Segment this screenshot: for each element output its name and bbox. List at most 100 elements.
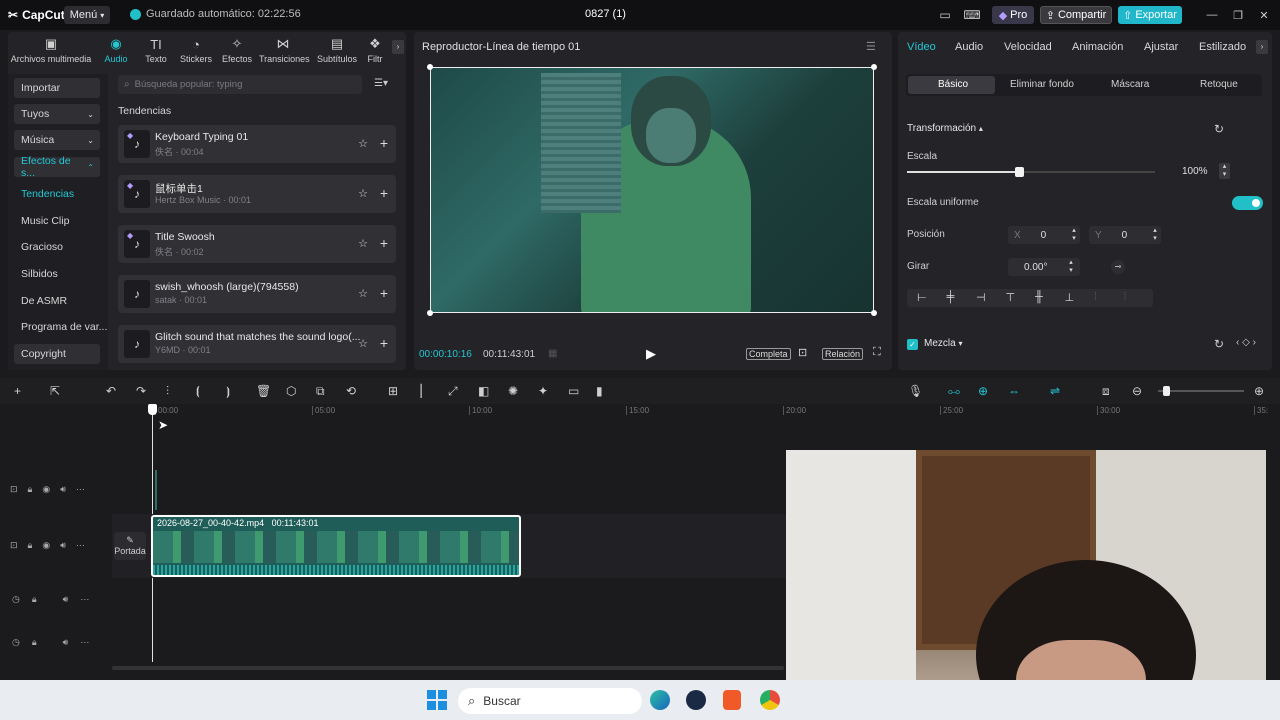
zoom-fit-icon[interactable]: ⊡	[798, 346, 807, 359]
uniform-scale-toggle[interactable]	[1232, 196, 1263, 210]
category-efectos-sonido[interactable]: Efectos de s... ⌃	[14, 155, 100, 179]
subtab-basico[interactable]: Básico	[938, 79, 968, 90]
speaker-icon[interactable]: 🔊︎	[60, 484, 66, 498]
sound-item[interactable]: ♪ 鼠标单击1 Hertz Box Music · 00:01 ☆ + ◆	[118, 175, 396, 213]
edge-icon[interactable]	[650, 690, 670, 710]
preview-axis-icon[interactable]: ⇌	[1050, 384, 1060, 398]
tab-video[interactable]: Vídeo	[907, 41, 936, 53]
speaker-icon[interactable]: 🔊︎	[63, 594, 69, 608]
redo-icon[interactable]: ↷	[136, 384, 146, 398]
video-preview[interactable]	[430, 67, 874, 313]
subtab-retoque[interactable]: Retoque	[1200, 79, 1238, 90]
ratio-button[interactable]: Relación	[822, 348, 864, 360]
playhead-handle[interactable]	[148, 404, 157, 415]
scale-slider-handle[interactable]	[1014, 167, 1024, 177]
share-button[interactable]: ⇪ Compartir	[1040, 6, 1112, 24]
handle-tl[interactable]	[427, 64, 433, 70]
link-icon[interactable]: ⧟	[948, 384, 960, 399]
eye-icon[interactable]: ◉	[42, 540, 50, 554]
keyboard-icon[interactable]: ⌨	[960, 6, 984, 24]
lock-icon[interactable]: 🔒︎	[32, 594, 37, 608]
favorite-star-icon[interactable]: ☆	[358, 187, 368, 200]
handle-br[interactable]	[871, 310, 877, 316]
maximize-icon[interactable]: ❐	[1230, 6, 1246, 24]
track-toggle-icon[interactable]: ⊡	[10, 540, 18, 554]
position-y-stepper[interactable]: ▴ ▾	[1150, 227, 1160, 243]
cover-button[interactable]: ✎ Portada	[114, 532, 146, 560]
zoom-in-icon[interactable]: ⊕	[1254, 384, 1264, 398]
complete-button[interactable]: Completa	[746, 348, 791, 360]
more-icon[interactable]: ⋯	[80, 637, 89, 651]
align-icon[interactable]: ⊣	[976, 291, 986, 304]
tabs-scroll-right[interactable]: ›	[1256, 40, 1268, 54]
align-icon[interactable]: ╪	[947, 291, 955, 303]
more-icon[interactable]: ⋯	[76, 540, 85, 554]
keyframe-icon[interactable]: ‹ ◇ ›	[1236, 337, 1256, 348]
delete-icon[interactable]: 🗑︎	[256, 384, 271, 398]
tab-subtitle[interactable]: ▤ Subtítulos	[313, 36, 361, 64]
toolbar-scroll-right[interactable]: ›	[392, 40, 404, 54]
handle-bl[interactable]	[427, 310, 433, 316]
track-toggle-icon[interactable]: ⊡	[10, 484, 18, 498]
add-icon[interactable]: +	[380, 285, 388, 301]
layout-icon[interactable]: ▭	[936, 6, 954, 24]
align-icon[interactable]: ╫	[1035, 291, 1043, 303]
steam-icon[interactable]	[686, 690, 706, 710]
tab-animacion[interactable]: Animación	[1072, 41, 1123, 53]
minimize-icon[interactable]: —	[1204, 6, 1220, 24]
add-icon[interactable]: +	[380, 135, 388, 151]
windows-start-icon[interactable]	[427, 690, 447, 710]
fullscreen-icon[interactable]: ⛶	[873, 346, 881, 359]
favorite-star-icon[interactable]: ☆	[358, 237, 368, 250]
ai-icon[interactable]: ✺	[508, 384, 518, 398]
tab-transition[interactable]: ⋈ Transiciones	[259, 36, 310, 64]
pro-button[interactable]: ◆ Pro	[992, 6, 1034, 24]
crop-icon[interactable]: ⧉	[316, 384, 325, 399]
blend-label[interactable]: Mezcla ▾	[924, 338, 962, 349]
subtitle-icon[interactable]: ▭	[568, 384, 579, 398]
lock-icon[interactable]: 🔒︎	[32, 637, 37, 651]
rotate-stepper[interactable]: ▴ ▾	[1066, 259, 1076, 275]
align-icon[interactable]: ⁞	[1124, 291, 1127, 303]
scale-stepper[interactable]: ▴ ▾	[1219, 163, 1230, 179]
select-cursor-icon[interactable]: ⇱	[50, 384, 60, 398]
favorite-star-icon[interactable]: ☆	[358, 287, 368, 300]
split-icon[interactable]: ⫶	[166, 384, 169, 399]
tab-effects[interactable]: ✧ Efectos	[213, 36, 261, 64]
speed-icon[interactable]: ⟲	[346, 384, 356, 398]
subcategory-asmr[interactable]: De ASMR	[21, 295, 67, 307]
timeline-scrollbar[interactable]	[112, 666, 784, 670]
blend-reset-icon[interactable]: ↻	[1214, 337, 1224, 351]
blend-checkbox[interactable]: ✓	[907, 339, 918, 350]
scale-slider[interactable]	[907, 167, 1155, 177]
speaker-icon[interactable]: 🔊︎	[63, 637, 69, 651]
align-icon[interactable]: ⊢	[917, 291, 927, 304]
sound-item[interactable]: ♪ swish_whoosh (large)(794558) satak · 00:…	[118, 275, 396, 313]
align-icon[interactable]: ⁞	[1094, 291, 1097, 303]
align-icon[interactable]: ⊤	[1006, 291, 1016, 304]
export-button[interactable]: ⇧ Exportar	[1118, 6, 1182, 24]
search-input[interactable]: ⌕ Búsqueda popular: typing	[118, 75, 362, 94]
zoom-out-icon[interactable]: ⊖	[1132, 384, 1142, 398]
zoom-slider-handle[interactable]	[1163, 386, 1170, 396]
add-icon[interactable]: +	[380, 235, 388, 251]
magic-icon[interactable]: ✦	[538, 384, 548, 398]
snap-icon[interactable]: ⇔	[1008, 384, 1020, 398]
freeze-icon[interactable]: ⎮	[418, 384, 424, 398]
magnet-icon[interactable]: ⊕	[978, 384, 988, 398]
add-icon[interactable]: +	[380, 335, 388, 351]
close-icon[interactable]: ✕	[1256, 6, 1272, 24]
add-track-icon[interactable]: +	[14, 384, 21, 398]
subcategory-programa[interactable]: Programa de var...	[21, 321, 107, 333]
sound-item[interactable]: ♪ Title Swoosh 佚名 · 00:02 ☆ + ◆	[118, 225, 396, 263]
subcategory-copyright[interactable]: Copyright	[14, 344, 100, 364]
play-button[interactable]: ▶	[646, 346, 656, 362]
lock-icon[interactable]: 🔒︎	[28, 540, 33, 554]
player-menu-icon[interactable]: ☰	[866, 40, 876, 53]
marker-icon[interactable]: ⬡	[286, 384, 296, 398]
subcategory-silbidos[interactable]: Silbidos	[21, 268, 58, 280]
trim-right-icon[interactable]: ⦘	[226, 384, 230, 399]
subcategory-gracioso[interactable]: Gracioso	[21, 241, 63, 253]
filter-icon[interactable]: ☰▾	[374, 78, 388, 89]
reset-icon[interactable]: ↻	[1214, 122, 1224, 136]
